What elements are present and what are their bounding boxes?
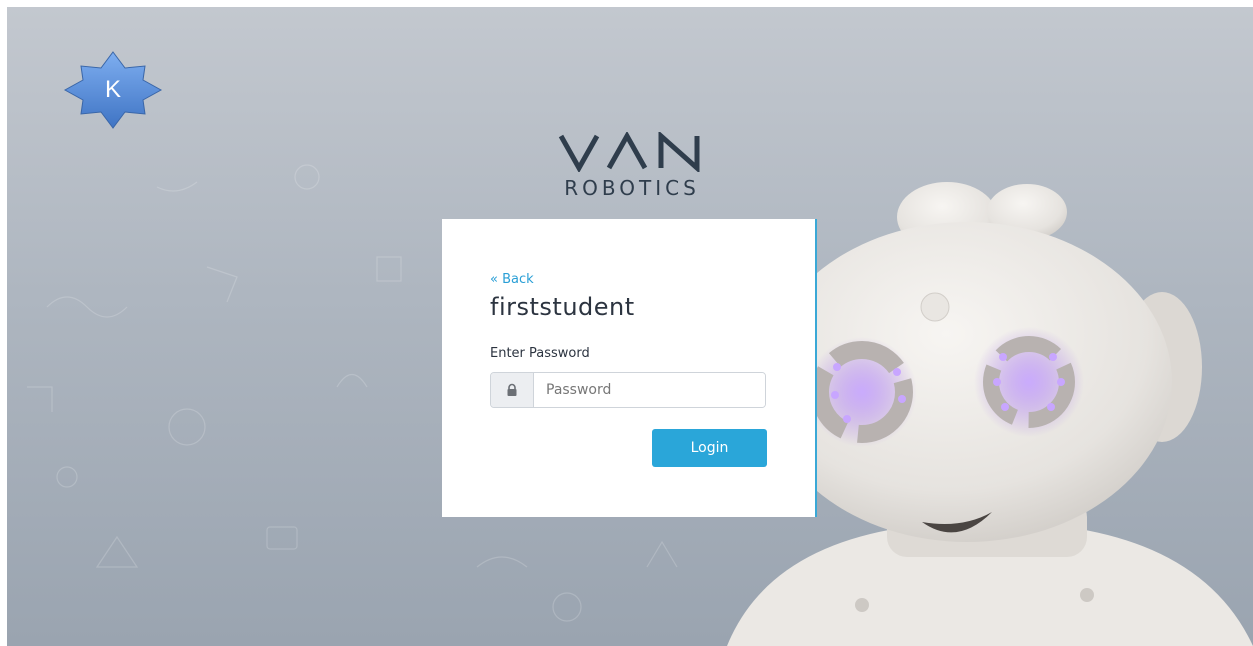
password-input[interactable] [534,373,765,407]
username-heading: firststudent [490,293,635,321]
lock-icon [507,383,517,396]
password-label: Enter Password [490,346,590,361]
van-robotics-logo: ROBOTICS [547,132,717,212]
van-wordmark-icon [558,132,700,172]
login-card: « Back firststudent Enter Password Login [442,219,817,517]
password-addon [491,373,534,407]
back-link[interactable]: « Back [490,272,534,287]
login-button[interactable]: Login [652,429,767,467]
password-input-group [490,372,766,408]
k-badge[interactable]: K [63,50,163,130]
badge-letter: K [104,76,121,103]
login-page: K ROBOTICS « Back firststudent Enter Pas… [7,7,1253,646]
logo-subtitle: ROBOTICS [564,176,700,200]
